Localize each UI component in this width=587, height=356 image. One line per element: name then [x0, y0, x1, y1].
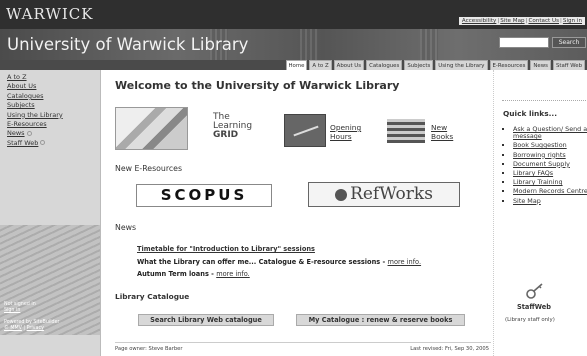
- opening-hours-line: Hours: [330, 132, 352, 141]
- sidebar-sign-in-link[interactable]: Sign in: [4, 308, 20, 313]
- key-icon[interactable]: [526, 283, 544, 299]
- tab-news[interactable]: News: [530, 60, 551, 70]
- news-link[interactable]: Timetable for "Introduction to Library" …: [137, 245, 315, 253]
- news-item: What the Library can offer me... Catalog…: [137, 256, 421, 269]
- sidebar-nav: A to Z About Us Catalogues Subjects Usin…: [7, 73, 63, 148]
- privacy-link[interactable]: Privacy: [27, 326, 44, 331]
- page-owner: Page owner: Steve Barber: [115, 346, 183, 352]
- tab-e-resources[interactable]: E-Resources: [489, 60, 529, 70]
- sidebar-item-catalogues[interactable]: Catalogues: [7, 92, 63, 101]
- quick-links-list: Ask a Question/ Send a message Book Sugg…: [513, 125, 587, 207]
- page-title: Welcome to the University of Warwick Lib…: [115, 79, 400, 92]
- banner-building-image: [300, 29, 318, 60]
- quick-link-library-training[interactable]: Library Training: [513, 179, 587, 186]
- search-input[interactable]: [499, 37, 549, 48]
- refworks-banner[interactable]: RefWorks: [308, 182, 460, 207]
- news-item: Timetable for "Introduction to Library" …: [137, 243, 421, 256]
- quick-link-library-faqs[interactable]: Library FAQs: [513, 169, 587, 178]
- scopus-banner[interactable]: SCOPUS: [136, 184, 272, 207]
- contact-us-link[interactable]: Contact Us: [528, 18, 559, 24]
- sidebar-item-a-to-z[interactable]: A to Z: [7, 73, 63, 82]
- quick-link-label: Borrowing rights: [513, 150, 566, 159]
- news-text: What the Library can offer me... Catalog…: [137, 257, 388, 266]
- utility-links: Accessibility|Site Map|Contact Us|Sign i…: [458, 17, 585, 25]
- main-content: Welcome to the University of Warwick Lib…: [101, 70, 493, 356]
- site-map-link[interactable]: Site Map: [500, 18, 524, 24]
- copyright-link[interactable]: © MMV: [4, 326, 22, 331]
- rss-icon: [26, 130, 32, 136]
- quick-link-borrowing-rights[interactable]: Borrowing rights: [513, 150, 587, 159]
- sign-in-link[interactable]: Sign in: [563, 18, 582, 24]
- my-catalogue-button[interactable]: My Catalogue : renew & reserve books: [296, 314, 465, 326]
- quick-link-label: Library FAQs: [513, 169, 554, 178]
- learning-grid-logo[interactable]: The Learning GRID: [213, 113, 252, 140]
- quick-links-panel: Quick links... Ask a Question/ Send a me…: [493, 70, 587, 356]
- quick-link-label: Site Map: [513, 196, 541, 205]
- tab-subjects[interactable]: Subjects: [404, 60, 434, 70]
- site-title[interactable]: University of Warwick Library: [7, 35, 248, 54]
- eresources-heading: New E-Resources: [115, 164, 183, 173]
- learning-grid-line: GRID: [213, 130, 239, 140]
- rss-icon: [40, 140, 46, 146]
- new-books-line: New: [431, 123, 448, 132]
- news-item: Autumn Term loans - more info.: [137, 268, 421, 281]
- quick-link-label: Ask a Question/ Send a message: [513, 125, 587, 141]
- more-info-link[interactable]: more info.: [388, 258, 422, 266]
- sidebar-item-staff-web[interactable]: Staff Web: [7, 139, 63, 148]
- sidebar-item-about-us[interactable]: About Us: [7, 82, 63, 91]
- catalogue-heading: Library Catalogue: [115, 292, 190, 301]
- accessibility-link[interactable]: Accessibility: [462, 18, 496, 24]
- refworks-label: RefWorks: [350, 184, 433, 204]
- sidebar-item-subjects[interactable]: Subjects: [7, 101, 63, 110]
- quick-link-label: Book Suggestion: [513, 141, 567, 150]
- books-image[interactable]: [387, 119, 425, 143]
- sidebar-item-news[interactable]: News: [7, 129, 63, 138]
- tab-catalogues[interactable]: Catalogues: [366, 60, 403, 70]
- sign-in-status: Not signed in Sign in Powered by SiteBui…: [4, 302, 60, 332]
- opening-hours-line: Opening: [330, 123, 362, 132]
- warwick-logo[interactable]: WARWICK: [6, 5, 94, 23]
- search-button[interactable]: Search: [552, 37, 586, 48]
- panel-divider: [502, 100, 586, 101]
- nav-tabs: Home A to Z About Us Catalogues Subjects…: [285, 60, 585, 70]
- quick-link-label: Document Supply: [513, 159, 570, 168]
- library-building-image[interactable]: [115, 107, 188, 150]
- quick-link-site-map[interactable]: Site Map: [513, 196, 587, 205]
- news-heading: News: [115, 223, 137, 232]
- last-revised: Last revised: Fri, Sep 30, 2005: [410, 346, 489, 352]
- sidebar-item-using-the-library[interactable]: Using the Library: [7, 111, 63, 120]
- sidebar-item-e-resources[interactable]: E-Resources: [7, 120, 63, 129]
- quick-links-title: Quick links...: [503, 109, 558, 118]
- copyright-line: © MMV | Privacy: [4, 326, 44, 331]
- news-text: Autumn Term loans -: [137, 270, 217, 278]
- tab-using-the-library[interactable]: Using the Library: [435, 60, 488, 70]
- footer-divider: [115, 342, 491, 343]
- tab-home[interactable]: Home: [285, 60, 308, 70]
- quick-link-ask-question[interactable]: Ask a Question/ Send a message: [513, 125, 587, 141]
- tab-about-us[interactable]: About Us: [333, 60, 365, 70]
- news-list: Timetable for "Introduction to Library" …: [137, 243, 421, 281]
- sidebar-item-label: News: [7, 129, 25, 138]
- quick-link-label: Library Training: [513, 178, 563, 187]
- refworks-logo-icon: [335, 188, 348, 201]
- banner-building-image: [420, 29, 438, 60]
- quick-link-document-supply[interactable]: Document Supply: [513, 159, 587, 168]
- top-bar: WARWICK Accessibility|Site Map|Contact U…: [0, 0, 587, 29]
- sidebar-item-label: Staff Web: [7, 138, 39, 147]
- sidebar: A to Z About Us Catalogues Subjects Usin…: [0, 70, 101, 356]
- quick-link-book-suggestion[interactable]: Book Suggestion: [513, 142, 587, 149]
- opening-hours-link[interactable]: Opening Hours: [330, 123, 361, 141]
- quick-link-label: Modern Records Centre: [513, 187, 587, 196]
- staffweb-title[interactable]: StaffWeb: [517, 303, 551, 311]
- more-info-link[interactable]: more info.: [216, 270, 250, 278]
- search-catalogue-button[interactable]: Search Library Web catalogue: [138, 314, 274, 326]
- tab-staff-web[interactable]: Staff Web: [552, 60, 585, 70]
- new-books-link[interactable]: New Books: [431, 123, 453, 141]
- new-books-line: Books: [431, 132, 454, 141]
- quick-link-modern-records[interactable]: Modern Records Centre: [513, 188, 587, 195]
- staffweb-subtitle: (Library staff only): [505, 317, 555, 323]
- tab-a-to-z[interactable]: A to Z: [309, 60, 332, 70]
- clock-image[interactable]: [284, 114, 326, 147]
